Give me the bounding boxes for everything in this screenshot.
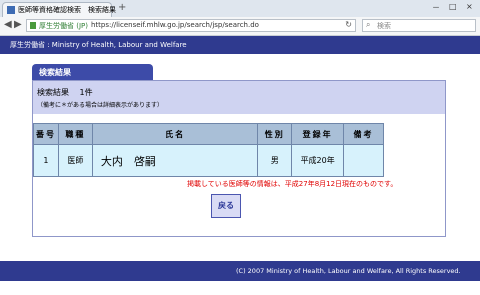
cell-year: 平成20年 — [291, 144, 345, 177]
results-panel: 検索結果 1件 （備考に＊がある場合は詳細表示があります） 番号 職種 氏名 性… — [32, 80, 446, 237]
remarks-note: （備考に＊がある場合は詳細表示があります） — [37, 102, 164, 109]
col-header-profession: 職種 — [57, 123, 93, 145]
cell-sex: 男 — [257, 144, 293, 177]
site-footer: (C) 2007 Ministry of Health, Labour and … — [0, 261, 480, 281]
panel-title-tab: 検索結果 — [32, 64, 153, 80]
search-box[interactable]: ⌕ 検索 — [362, 19, 476, 32]
back-arrow-icon[interactable]: ◀ — [4, 19, 12, 30]
cell-number: 1 — [33, 144, 59, 177]
tab-close-icon[interactable]: × — [103, 4, 110, 13]
maximize-button[interactable]: □ — [449, 2, 457, 11]
table-header-row: 番号 職種 氏名 性別 登録年 備考 — [33, 123, 384, 145]
cell-name: 大内 啓嗣 — [91, 144, 259, 177]
search-placeholder[interactable]: 検索 — [377, 21, 391, 31]
site-header: 厚生労働省 : Ministry of Health, Labour and W… — [0, 36, 480, 54]
address-bar[interactable]: 厚生労働省 (JP) https://licenseif.mhlw.go.jp/… — [26, 19, 356, 32]
cell-remarks — [343, 144, 384, 177]
back-button[interactable]: 戻る — [211, 194, 241, 218]
results-table: 番号 職種 氏名 性別 登録年 備考 1 医師 大内 啓嗣 男 平成20年 — [33, 123, 384, 177]
minimize-button[interactable]: － — [432, 2, 440, 13]
panel-title: 検索結果 — [39, 68, 71, 77]
col-header-number: 番号 — [33, 123, 59, 145]
reload-icon[interactable]: ↻ — [345, 20, 352, 29]
table-row: 1 医師 大内 啓嗣 男 平成20年 — [33, 144, 384, 177]
window-close-button[interactable]: × — [466, 2, 473, 11]
col-header-year: 登録年 — [291, 123, 345, 145]
page-bottom — [0, 281, 480, 295]
site-header-text[interactable]: 厚生労働省 : Ministry of Health, Labour and W… — [10, 40, 187, 50]
col-header-name: 氏名 — [91, 123, 259, 145]
lock-icon — [30, 22, 36, 29]
forward-arrow-icon[interactable]: ▶ — [14, 19, 22, 30]
results-summary: 検索結果 1件 （備考に＊がある場合は詳細表示があります） — [33, 81, 445, 114]
favicon-icon — [7, 6, 15, 14]
col-header-sex: 性別 — [257, 123, 293, 145]
data-date-notice: 掲載している医師等の情報は、平成27年8月12日現在のものです。 — [187, 180, 398, 188]
browser-tab-bar: 医師等資格確認検索 検索結果 × + － □ × — [0, 0, 480, 17]
browser-tab[interactable]: 医師等資格確認検索 検索結果 × — [2, 2, 116, 17]
cell-profession: 医師 — [57, 144, 93, 177]
url-text[interactable]: https://licenseif.mhlw.go.jp/search/jsp/… — [91, 21, 259, 29]
site-identity[interactable]: 厚生労働省 (JP) — [39, 21, 88, 31]
search-icon: ⌕ — [366, 20, 371, 29]
copyright-text: (C) 2007 Ministry of Health, Labour and … — [236, 267, 461, 275]
new-tab-button[interactable]: + — [118, 2, 126, 13]
browser-toolbar: ◀ ▶ 厚生労働省 (JP) https://licenseif.mhlw.go… — [0, 17, 480, 36]
tab-title: 医師等資格確認検索 検索結果 — [18, 6, 116, 14]
col-header-remarks: 備考 — [343, 123, 384, 145]
result-count: 検索結果 1件 — [37, 88, 93, 97]
